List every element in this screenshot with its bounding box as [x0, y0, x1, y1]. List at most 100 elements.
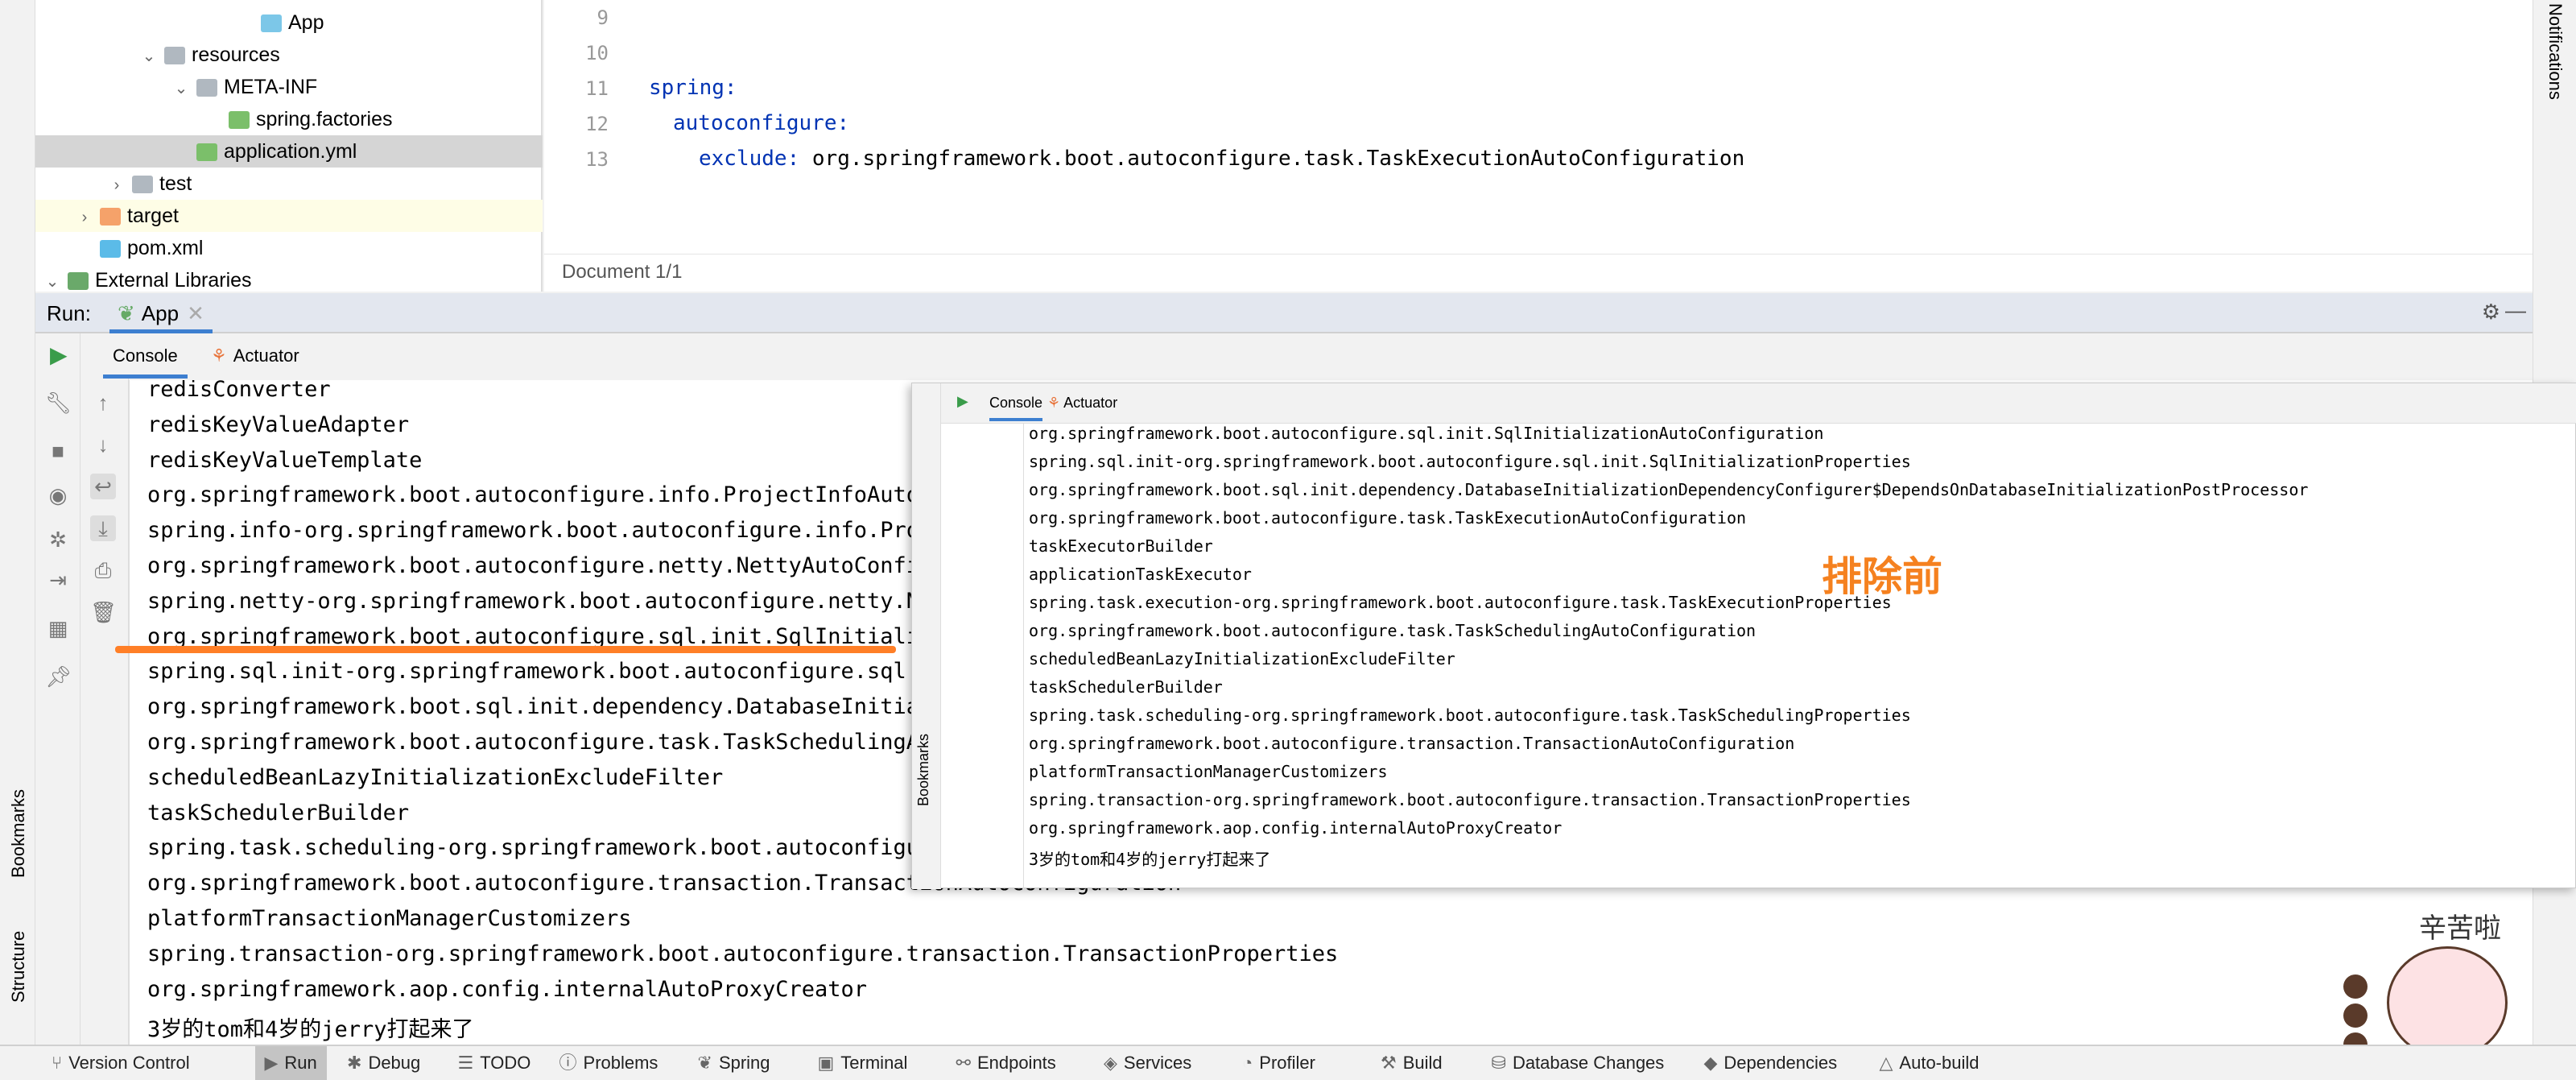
overlay-console-line: spring.transaction-org.springframework.b… [1029, 790, 1911, 809]
chevron-down-icon[interactable]: ⌄ [172, 72, 190, 105]
toolwindow-database-changes[interactable]: ⛁ Database Changes [1492, 1046, 1665, 1080]
arrow-up-icon[interactable]: ↑ [90, 390, 116, 416]
gear-icon[interactable]: ⚙ [2482, 300, 2500, 325]
editor[interactable]: 9 10 11 12 13 spring: autoconfigure: exc… [544, 0, 2533, 292]
arrow-down-icon[interactable]: ↓ [90, 432, 116, 457]
structure-tab[interactable]: Structure [8, 931, 29, 1003]
overlay-console-line: taskExecutorBuilder [1029, 536, 1213, 556]
endpoints-icon: ⚯ [956, 1053, 971, 1073]
overlay-console-line: spring.task.execution-org.springframewor… [1029, 593, 1892, 612]
bunny-face [2387, 946, 2508, 1059]
line-number: 11 [585, 77, 609, 100]
overlay-console-line: taskSchedulerBuilder [1029, 677, 1223, 697]
console-side-toolbar: ↑ ↓ ↩ ⤓ ⎙ 🗑︎ [80, 379, 129, 1047]
wrench-icon[interactable]: 🔧︎ [45, 390, 72, 416]
scroll-to-end-icon[interactable]: ⤓ [90, 515, 116, 541]
highlight-underline [115, 646, 896, 653]
tree-item-test[interactable]: › test [35, 168, 543, 200]
excluded-folder-icon [100, 208, 121, 226]
yaml-key-exclude: exclude: [699, 147, 800, 171]
console-line: scheduledBeanLazyInitializationExcludeFi… [147, 764, 724, 790]
console-tabs: ▶ Console ⚘ Actuator [35, 333, 2533, 379]
toolwindow-profiler[interactable]: ◔ Profiler [1242, 1046, 1315, 1080]
close-icon[interactable]: ✕ [187, 301, 204, 325]
toolwindow-terminal[interactable]: ▣ Terminal [818, 1046, 908, 1080]
services-icon: ◈ [1104, 1053, 1117, 1073]
sticker-text: 辛苦啦 [2419, 913, 2501, 944]
toolwindow-dependencies[interactable]: ◆ Dependencies [1704, 1046, 1838, 1080]
trash-icon[interactable]: 🗑︎ [90, 599, 117, 625]
spring-boot-app-icon [261, 14, 282, 33]
overlay-console-line: applicationTaskExecutor [1029, 565, 1252, 584]
yaml-value: org.springframework.boot.autoconfigure.t… [799, 147, 1745, 171]
toolwindow-version-control[interactable]: ⑂ Version Control [52, 1046, 190, 1080]
overlay-console-line: scheduledBeanLazyInitializationExcludeFi… [1029, 649, 1455, 668]
tree-item-pom-xml[interactable]: pom.xml [35, 232, 543, 264]
tree-item-application-yml[interactable]: application.yml [35, 135, 543, 168]
chevron-down-icon[interactable]: ⌄ [140, 40, 158, 72]
bookmarks-tab[interactable]: Bookmarks [8, 789, 29, 878]
camera-icon[interactable]: ◉ [45, 482, 71, 508]
run-tab-app[interactable]: ❦ App ✕ [109, 298, 213, 333]
console-line: spring.transaction-org.springframework.b… [147, 941, 1339, 966]
overlay-console-line: platformTransactionManagerCustomizers [1029, 762, 1388, 781]
overlay-console-line: org.springframework.aop.config.internalA… [1029, 818, 1563, 838]
tree-item-label: pom.xml [127, 237, 204, 259]
tree-item-label: spring.factories [256, 108, 393, 130]
version-control-icon: ⑂ [52, 1053, 63, 1073]
tree-item-external-libraries[interactable]: ⌄ External Libraries [35, 264, 543, 296]
toolwindow-debug[interactable]: ✱ Debug [347, 1046, 420, 1080]
tree-item-app[interactable]: App [35, 6, 543, 39]
soft-wrap-icon[interactable]: ↩ [90, 474, 116, 499]
minimize-icon[interactable]: — [2505, 298, 2526, 323]
build-icon: ⚒ [1381, 1053, 1397, 1073]
chevron-right-icon[interactable]: › [76, 201, 93, 234]
console-line: taskSchedulerBuilder [147, 800, 410, 826]
toolwindow-build[interactable]: ⚒ Build [1381, 1046, 1443, 1080]
tree-item-meta-inf[interactable]: ⌄ META-INF [35, 71, 543, 103]
chevron-right-icon[interactable]: › [108, 169, 126, 201]
console-line: org.springframework.aop.config.internalA… [147, 976, 868, 1002]
pin-icon[interactable]: 📌︎ [45, 664, 72, 689]
tab-console[interactable]: Console [103, 333, 188, 379]
console-line: redisKeyValueAdapter [147, 412, 410, 437]
toolwindow-auto-build[interactable]: △ Auto-build [1880, 1046, 1979, 1080]
overlay-console-line: org.springframework.boot.sql.init.depend… [1029, 480, 2309, 499]
overlay-console-line: spring.sql.init-org.springframework.boot… [1029, 452, 1911, 471]
exit-icon[interactable]: ⇥ [45, 567, 71, 593]
toolwindow-spring[interactable]: ❦ Spring [698, 1046, 770, 1080]
notifications-tab[interactable]: Notifications [2545, 3, 2566, 100]
print-icon[interactable]: ⎙ [90, 557, 116, 583]
toolwindow-todo[interactable]: ☰ TODO [458, 1046, 531, 1080]
resources-folder-icon [164, 47, 185, 65]
terminal-icon: ▣ [817, 1053, 835, 1073]
tree-item-target[interactable]: › target [35, 200, 543, 232]
overlay-left-strip: Bookmarks [912, 383, 941, 889]
toolwindow-services[interactable]: ◈ Services [1104, 1046, 1191, 1080]
left-tool-strip: Bookmarks Structure [0, 0, 35, 1047]
toolwindow-endpoints[interactable]: ⚯ Endpoints [956, 1046, 1056, 1080]
stop-icon[interactable]: ■ [45, 438, 71, 464]
layout-icon[interactable]: ▦ [45, 615, 71, 641]
run-icon: ▶ [264, 1053, 279, 1073]
tree-item-spring-factories[interactable]: spring.factories [35, 103, 543, 135]
yaml-exclude-line: exclude: org.springframework.boot.autoco… [699, 147, 1744, 171]
tab-actuator[interactable]: ⚘ Actuator [211, 333, 299, 379]
actuator-icon: ⚘ [211, 346, 227, 366]
bug-icon[interactable]: ✲ [45, 527, 71, 552]
overlay-console-line: spring.task.scheduling-org.springframewo… [1029, 706, 1911, 725]
toolwindow-label: Problems [583, 1053, 658, 1073]
maven-icon [100, 240, 121, 259]
database-changes-icon: ⛁ [1491, 1053, 1506, 1073]
todo-icon: ☰ [457, 1053, 474, 1073]
toolwindow-label: Run [284, 1053, 317, 1073]
overlay-console-line: org.springframework.boot.autoconfigure.t… [1029, 621, 1757, 640]
toolwindow-problems[interactable]: ⓘ Problems [559, 1046, 658, 1080]
auto-build-icon: △ [1879, 1053, 1893, 1073]
rerun-icon: ▶ [957, 393, 968, 409]
tree-item-label: External Libraries [95, 269, 252, 292]
toolwindow-label: Profiler [1259, 1053, 1315, 1073]
tree-item-resources[interactable]: ⌄ resources [35, 39, 543, 71]
toolwindow-run[interactable]: ▶ Run [254, 1046, 327, 1080]
run-tab-label: App [141, 301, 180, 325]
